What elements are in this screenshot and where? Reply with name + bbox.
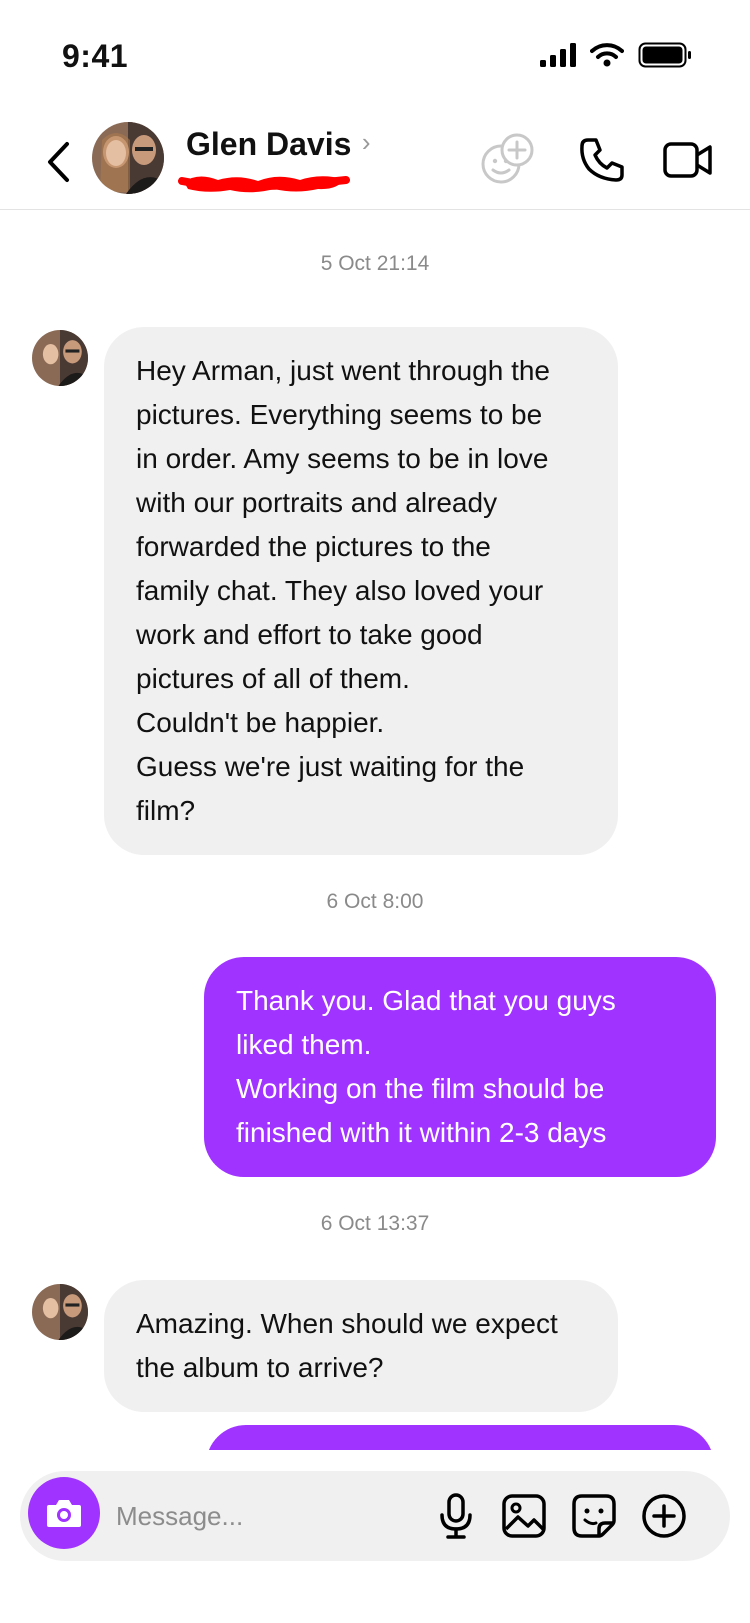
message-input[interactable]	[116, 1489, 416, 1543]
message-timestamp: 6 Oct 8:00	[326, 890, 424, 913]
message-text-line: family chat. They also loved your	[136, 575, 544, 606]
message-text-line: Amazing. When should we expect	[136, 1308, 558, 1339]
sender-avatar[interactable]	[32, 330, 88, 386]
message-text-line: film?	[136, 795, 196, 826]
contact-avatar[interactable]	[92, 122, 164, 194]
wifi-icon	[590, 43, 624, 67]
gallery-button[interactable]	[500, 1492, 548, 1540]
message-text-line: liked them.	[236, 1029, 372, 1060]
video-call-button[interactable]	[658, 130, 718, 190]
message-text-line: Couldn't be happier.	[136, 707, 385, 738]
message-timestamp: 6 Oct 13:37	[320, 1212, 430, 1235]
message-text-line: pictures. Everything seems to be	[136, 399, 543, 430]
add-people-button[interactable]	[478, 130, 538, 190]
microphone-icon	[440, 1493, 472, 1539]
video-camera-icon	[663, 142, 712, 178]
message-text-line: finished with it within 2-3 days	[236, 1117, 607, 1148]
message-bubble-incoming[interactable]: Amazing. When should we expect the album…	[104, 1280, 618, 1412]
chat-header: Glen Davis ›	[0, 112, 750, 210]
contact-name: Glen Davis	[186, 126, 352, 162]
message-text-line: Guess we're just waiting for the	[136, 751, 525, 782]
message-timestamp: 5 Oct 21:14	[320, 252, 430, 275]
more-options-button[interactable]	[640, 1492, 688, 1540]
message-composer	[20, 1471, 730, 1561]
message-text-line: the album to arrive?	[136, 1352, 384, 1383]
call-button[interactable]	[572, 130, 632, 190]
status-time: 9:41	[62, 38, 129, 74]
message-text-line: pictures of all of them.	[136, 663, 410, 694]
message-text-line: in order. Amy seems to be in love	[136, 443, 549, 474]
status-icons	[540, 42, 692, 68]
sticker-icon	[572, 1494, 616, 1538]
back-icon	[48, 142, 69, 182]
message-bubble-outgoing[interactable]: Thank you. Glad that you guys liked them…	[204, 957, 716, 1177]
image-icon	[502, 1494, 546, 1538]
message-text-line: Thank you. Glad that you guys	[236, 985, 616, 1016]
message-bubble-incoming[interactable]: Hey Arman, just went through the picture…	[104, 327, 618, 855]
sender-avatar[interactable]	[32, 1284, 88, 1340]
cellular-signal-icon	[540, 43, 576, 67]
message-text-line: forwarded the pictures to the	[136, 531, 491, 562]
contact-title[interactable]: Glen Davis ›	[186, 126, 371, 163]
message-text-line: Hey Arman, just went through the	[136, 355, 550, 386]
sticker-button[interactable]	[570, 1492, 618, 1540]
camera-icon	[47, 1500, 81, 1527]
add-people-icon	[481, 133, 534, 184]
camera-button[interactable]	[28, 1477, 100, 1549]
status-bar: 9:41	[0, 0, 750, 110]
battery-icon	[638, 42, 691, 68]
message-text-line: Working on the film should be	[236, 1073, 605, 1104]
voice-message-button[interactable]	[432, 1492, 480, 1540]
plus-icon	[642, 1494, 686, 1538]
chevron-right-icon: ›	[361, 127, 371, 157]
message-text-line: work and effort to take good	[136, 619, 483, 650]
message-text-line: with our portraits and already	[136, 487, 498, 518]
back-button[interactable]	[38, 134, 78, 190]
phone-icon	[580, 138, 624, 182]
redaction-scribble	[178, 176, 350, 193]
